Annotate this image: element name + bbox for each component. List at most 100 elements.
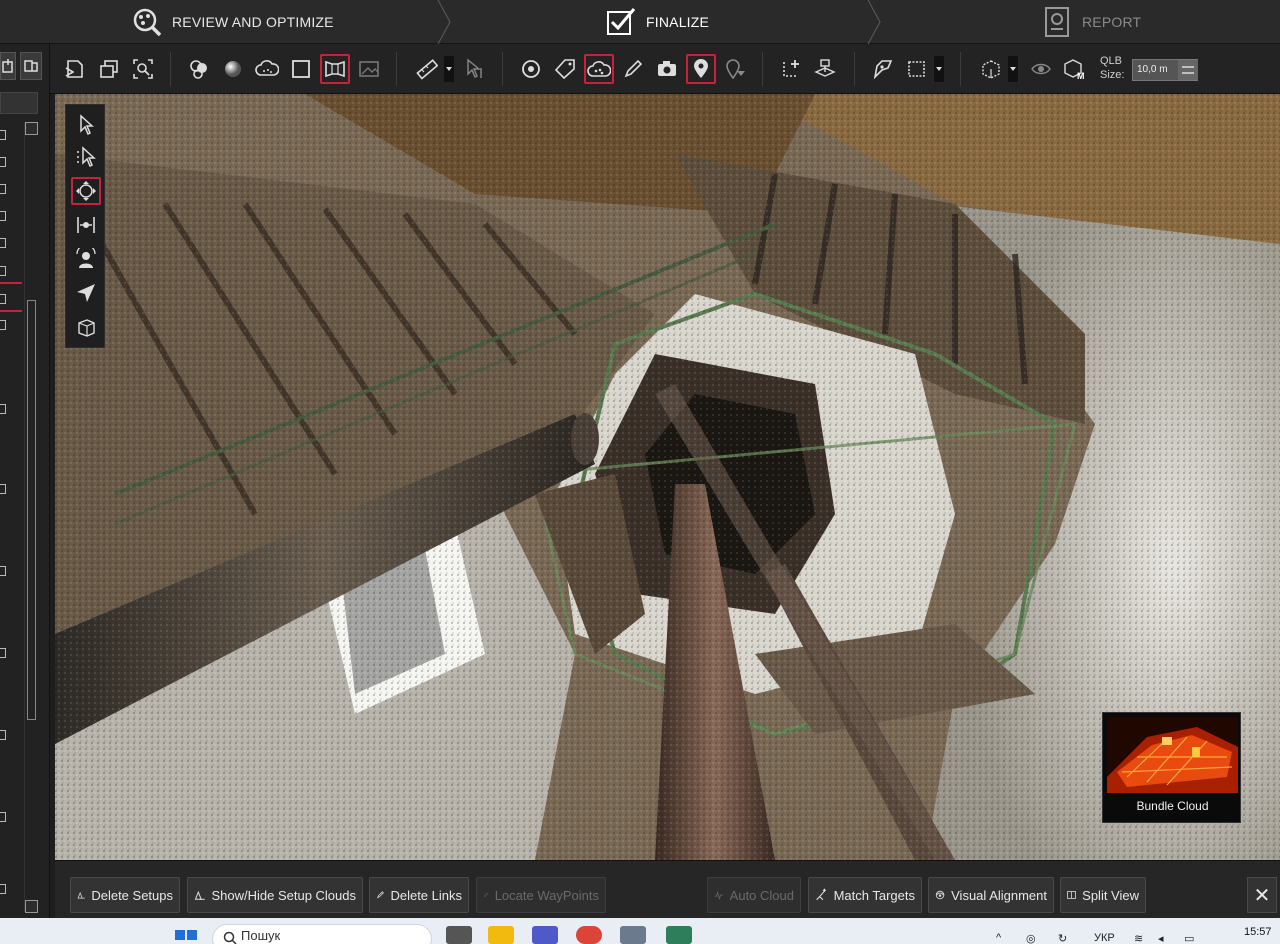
auto-cloud-button[interactable]: Auto Cloud [707, 877, 801, 913]
tree-item-checkbox[interactable] [0, 484, 6, 494]
view-cube-tool[interactable] [71, 313, 101, 341]
workflow-step-report[interactable]: REPORT [1040, 0, 1141, 44]
split-view-button[interactable]: Split View [1060, 877, 1146, 913]
locate-waypoints-button[interactable]: Locate WayPoints [476, 877, 606, 913]
tray-volume-icon[interactable]: ◂ [1158, 932, 1164, 944]
review-optimize-icon [130, 5, 164, 39]
settings-gear-icon[interactable] [620, 926, 646, 944]
tray-chevron-icon[interactable]: ^ [996, 932, 1001, 944]
scanner-position-tool[interactable] [810, 54, 840, 84]
cloud-tool[interactable] [584, 54, 614, 84]
tray-sync-icon[interactable]: ↻ [1058, 932, 1067, 944]
close-bar-button[interactable]: ✕ [1247, 877, 1277, 913]
multi-select-tool[interactable] [71, 143, 101, 171]
measure-dropdown[interactable] [444, 56, 454, 82]
tree-item-checkbox[interactable] [0, 211, 6, 221]
tree-item-checkbox[interactable] [0, 130, 6, 140]
delete-links-button[interactable]: Delete Links [369, 877, 469, 913]
workflow-separator [867, 0, 881, 44]
selection-box-tool[interactable] [902, 54, 932, 84]
scroll-down-button[interactable] [25, 900, 38, 913]
tray-network-icon[interactable]: ◎ [1026, 932, 1036, 944]
add-setup-tool[interactable] [776, 54, 806, 84]
tree-add-button[interactable] [0, 52, 16, 80]
chrome-icon[interactable] [576, 926, 602, 944]
tree-filter-input[interactable] [0, 92, 38, 114]
tree-item-checkbox[interactable] [0, 566, 6, 576]
sphere-display-tool[interactable] [218, 54, 248, 84]
copy-window-tool[interactable] [94, 54, 124, 84]
tray-wifi-icon[interactable]: ≋ [1134, 932, 1143, 944]
fence-tool[interactable] [868, 54, 898, 84]
workflow-step-finalize[interactable]: FINALIZE [604, 0, 709, 44]
tree-item-checkbox[interactable] [0, 238, 6, 248]
taskbar-search-input[interactable]: Пошук [212, 924, 432, 944]
location-pin-tool[interactable] [686, 54, 716, 84]
tree-item-checkbox[interactable] [0, 812, 6, 822]
stairwell-point-cloud-render [55, 94, 1280, 860]
visual-alignment-button[interactable]: Visual Alignment [928, 877, 1054, 913]
tree-item-checkbox[interactable] [0, 648, 6, 658]
scroll-up-button[interactable] [25, 122, 38, 135]
show-hide-setup-clouds-button[interactable]: Show/Hide Setup Clouds [187, 877, 363, 913]
windows-taskbar: Пошук ^ ◎ ↻ УКР ≋ ◂ ▭ 15:57 [0, 918, 1280, 944]
cloud-display-tool[interactable] [252, 54, 282, 84]
qlb-size-label: QLB Size: [1100, 55, 1125, 81]
tray-language[interactable]: УКР [1094, 932, 1115, 944]
delete-setups-icon [77, 891, 85, 899]
workflow-step-label: REPORT [1082, 14, 1142, 30]
scroll-thumb[interactable] [27, 300, 36, 720]
camera-tool[interactable] [652, 54, 682, 84]
fly-to-tool[interactable] [71, 279, 101, 307]
pan-tool[interactable] [71, 211, 101, 239]
tree-item-checkbox[interactable] [0, 320, 6, 330]
panorama-display-tool[interactable] [320, 54, 350, 84]
select-arrow-tool[interactable] [71, 111, 101, 139]
pin-filter-tool[interactable] [720, 54, 750, 84]
measure-tool[interactable] [412, 54, 442, 84]
image-display-tool[interactable] [354, 54, 384, 84]
eye-view-tool[interactable] [1026, 54, 1056, 84]
tray-battery-icon[interactable]: ▭ [1184, 932, 1194, 944]
workflow-step-review[interactable]: REVIEW AND OPTIMIZE [130, 0, 334, 44]
model-cube-tool[interactable]: M [1060, 54, 1090, 84]
search-placeholder: Пошук [241, 928, 281, 943]
tree-scrollbar[interactable] [24, 122, 38, 913]
target-tool[interactable] [516, 54, 546, 84]
qlb-size-spinner[interactable] [1178, 60, 1198, 80]
zoom-fit-tool[interactable] [128, 54, 158, 84]
pick-point-tool[interactable] [460, 54, 490, 84]
cube-view-tool[interactable] [976, 54, 1006, 84]
pencil-tool[interactable] [618, 54, 648, 84]
file-explorer-icon[interactable] [488, 926, 514, 944]
tree-item-checkbox[interactable] [0, 404, 6, 414]
cube-view-dropdown[interactable] [1008, 56, 1018, 82]
orbit-tool[interactable] [71, 177, 101, 205]
search-icon [223, 931, 237, 944]
tree-item-checkbox[interactable] [0, 294, 6, 304]
tree-item-checkbox[interactable] [0, 184, 6, 194]
tree-item-checkbox[interactable] [0, 157, 6, 167]
tree-folder-button[interactable] [20, 52, 42, 80]
teams-icon[interactable] [532, 926, 558, 944]
point-cloud-viewport[interactable] [55, 94, 1280, 860]
walk-mode-tool[interactable] [71, 245, 101, 273]
task-view-icon[interactable] [446, 926, 472, 944]
bundle-cloud-minimap[interactable]: Bundle Cloud [1102, 712, 1241, 823]
scanner-app-icon[interactable] [666, 926, 692, 944]
import-setup-tool[interactable] [60, 54, 90, 84]
windows-start-icon[interactable] [174, 926, 198, 944]
solid-display-tool[interactable] [286, 54, 316, 84]
tree-item-checkbox[interactable] [0, 884, 6, 894]
button-label: Auto Cloud [729, 887, 794, 903]
tag-tool[interactable] [550, 54, 580, 84]
tree-item-checkbox[interactable] [0, 266, 6, 276]
tray-clock[interactable]: 15:57 [1244, 926, 1272, 938]
selection-dropdown[interactable] [934, 56, 944, 82]
match-targets-button[interactable]: Match Targets [808, 877, 922, 913]
delete-setups-button[interactable]: Delete Setups [70, 877, 180, 913]
button-label: Visual Alignment [951, 887, 1047, 903]
main-toolbar: M QLB Size: 10,0 m [50, 44, 1280, 94]
tree-item-checkbox[interactable] [0, 730, 6, 740]
points-display-tool[interactable] [184, 54, 214, 84]
